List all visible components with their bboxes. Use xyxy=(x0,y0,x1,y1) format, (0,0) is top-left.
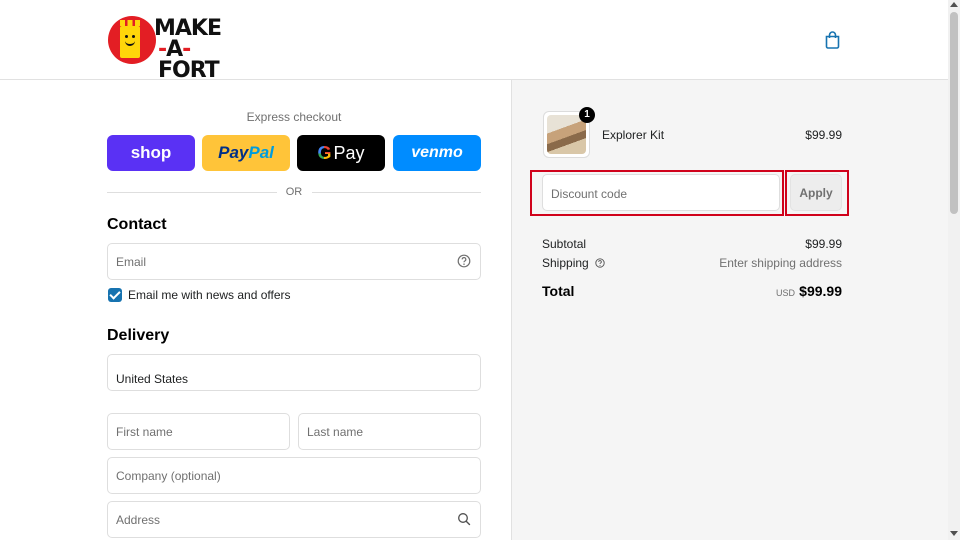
apply-button-highlight xyxy=(785,170,849,216)
country-select[interactable]: United States xyxy=(107,354,481,391)
express-checkout-title: Express checkout xyxy=(246,110,342,124)
header: MAKE -A-FORT xyxy=(0,0,948,82)
page-scrollbar[interactable] xyxy=(948,0,960,540)
address-field[interactable]: Address xyxy=(107,501,481,538)
shipping-label: Shipping xyxy=(542,256,589,270)
product-name: Explorer Kit xyxy=(602,128,665,142)
country-value: United States xyxy=(116,372,189,386)
google-g-icon: G xyxy=(317,142,332,163)
venmo-button[interactable]: venmo xyxy=(393,135,481,171)
company-field[interactable]: Company (optional) xyxy=(107,457,481,494)
discount-input-highlight xyxy=(530,170,784,216)
email-placeholder: Email xyxy=(116,255,147,269)
total-label: Total xyxy=(542,283,575,299)
logo-text: MAKE -A-FORT xyxy=(154,16,222,83)
newsletter-label[interactable]: Email me with news and offers xyxy=(128,288,291,302)
delivery-heading: Delivery xyxy=(107,327,170,344)
product-image xyxy=(547,115,586,154)
subtotal-label: Subtotal xyxy=(542,237,587,251)
first-name-field[interactable]: First name xyxy=(107,413,290,450)
product-price: $99.99 xyxy=(805,128,842,142)
logo-badge xyxy=(108,16,156,64)
shipping-label-row: Shipping xyxy=(542,256,605,270)
logo-tower-icon xyxy=(120,20,140,58)
make-a-fort-logo[interactable]: MAKE -A-FORT xyxy=(108,16,238,82)
shopping-bag-icon[interactable] xyxy=(824,31,841,49)
newsletter-checkbox[interactable] xyxy=(108,288,122,302)
contact-heading: Contact xyxy=(107,216,167,233)
scroll-down-arrow[interactable] xyxy=(950,531,958,536)
paypal-button[interactable]: Pay Pal xyxy=(202,135,290,171)
shipping-value: Enter shipping address xyxy=(719,256,842,270)
or-divider-label: OR xyxy=(285,186,303,198)
scroll-up-arrow[interactable] xyxy=(950,2,958,7)
google-pay-button[interactable]: G Pay xyxy=(297,135,385,171)
search-icon xyxy=(458,513,471,526)
subtotal-value: $99.99 xyxy=(805,237,842,251)
quantity-badge: 1 xyxy=(579,107,595,123)
last-name-field[interactable]: Last name xyxy=(298,413,481,450)
shop-pay-button[interactable]: shop xyxy=(107,135,195,171)
or-divider-left xyxy=(107,192,277,193)
help-circle-icon[interactable] xyxy=(457,254,471,268)
total-currency: USD xyxy=(775,288,795,298)
scroll-thumb[interactable] xyxy=(950,12,958,214)
or-divider-right xyxy=(312,192,481,193)
shipping-help-icon[interactable] xyxy=(595,258,605,268)
email-field[interactable]: Email xyxy=(107,243,481,280)
total-value: $99.99 xyxy=(799,283,842,299)
